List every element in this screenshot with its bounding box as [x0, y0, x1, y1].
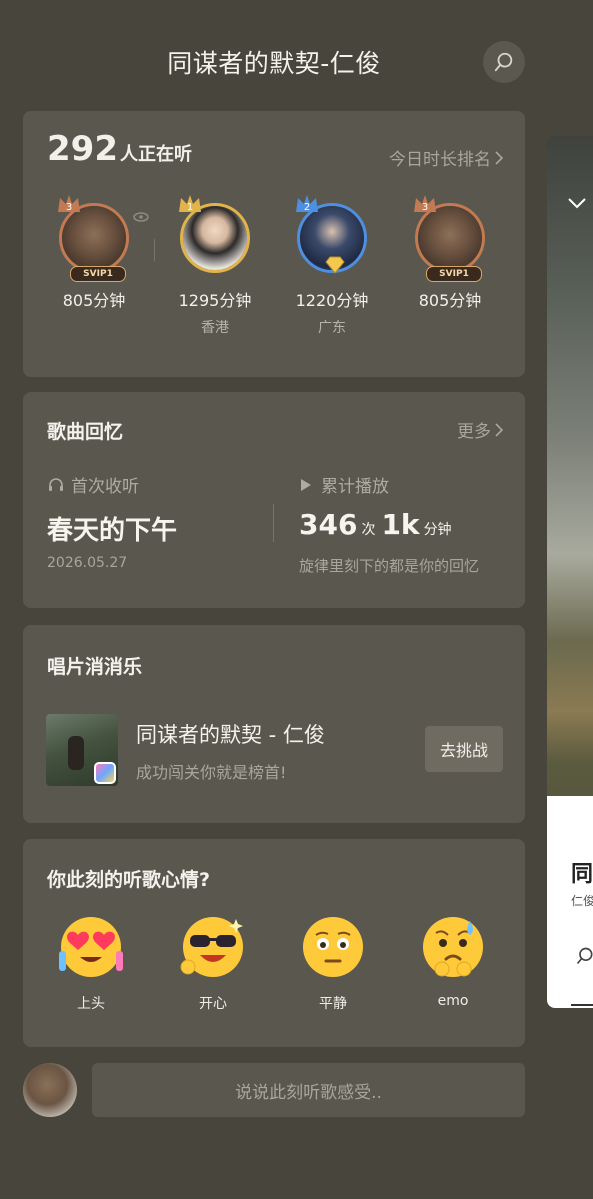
sad-emoji-icon: [423, 917, 483, 977]
listener-item[interactable]: 2 1220分钟 广东: [282, 195, 382, 337]
plays-unit: 次: [361, 522, 376, 538]
mood-option-happy[interactable]: 开心: [168, 911, 258, 1013]
record-game-card: 唱片消消乐 同谋者的默契 - 仁俊 成功闯关你就是榜首! 去挑战: [23, 625, 525, 823]
listener-region: 广东: [318, 320, 346, 336]
chevron-right-icon: [495, 422, 503, 437]
listener-item[interactable]: 3 SVIP1 805分钟: [400, 195, 500, 317]
game-badge-icon: [94, 762, 116, 784]
listener-minutes: 1295分钟: [178, 291, 252, 310]
rank-crown-icon: 1: [179, 195, 201, 213]
listener-minutes: 805分钟: [62, 291, 126, 310]
minutes-unit: 分钟: [423, 522, 452, 538]
album-cover[interactable]: [46, 714, 118, 786]
search-icon: [494, 52, 513, 72]
page-title: 同谋者的默契-仁俊: [167, 49, 381, 78]
listener-minutes: 805分钟: [418, 291, 482, 310]
game-subtitle: 成功闯关你就是榜首!: [136, 763, 287, 782]
svg-text:1: 1: [187, 202, 193, 213]
diamond-badge-icon: [325, 256, 345, 274]
search-button[interactable]: [483, 41, 525, 83]
chevron-right-icon: [495, 150, 503, 165]
rank-crown-icon: 2: [296, 195, 318, 213]
plays-count: 346: [299, 508, 358, 541]
section-title: 你此刻的听歌心情?: [47, 869, 211, 891]
user-avatar[interactable]: [23, 1063, 77, 1117]
avatar: [62, 206, 126, 270]
rank-crown-icon: 3: [414, 195, 436, 213]
mood-label: 平静: [319, 996, 347, 1012]
listener-region: 香港: [201, 320, 229, 336]
player-side-panel[interactable]: 同 仁俊 01:07: [547, 136, 593, 1008]
svip-badge: SVIP1: [70, 266, 126, 282]
svg-text:3: 3: [422, 202, 428, 213]
play-icon: [301, 478, 311, 491]
mood-label: 上头: [77, 996, 105, 1012]
svip-badge: SVIP1: [426, 266, 482, 282]
ranking-link-label: 今日时长排名: [389, 150, 491, 170]
headphones-icon: [49, 477, 63, 491]
more-link[interactable]: 更多: [457, 417, 503, 442]
avatar: [418, 206, 482, 270]
side-panel-info-area: 同 仁俊 01:07: [547, 796, 593, 1008]
total-plays-label: 累计播放: [299, 472, 389, 497]
song-memory-card: 歌曲回忆 更多 首次收听 春天的下午 2026.05.27 累计播放 346 次…: [23, 392, 525, 608]
first-listen-label: 首次收听: [47, 472, 139, 497]
first-listen-date: 2026.05.27: [47, 555, 128, 571]
section-title: 歌曲回忆: [47, 421, 124, 443]
more-link-label: 更多: [457, 422, 491, 442]
listeners-card: 292 人正在听 今日时长排名 3 SVIP1 805分钟 1 1295分钟 香…: [23, 111, 525, 377]
mood-option-calm[interactable]: 平静: [288, 911, 378, 1013]
mood-label: 开心: [199, 996, 227, 1012]
plays-caption: 旋律里刻下的都是你的回忆: [299, 557, 480, 575]
listener-minutes: 1220分钟: [295, 291, 369, 310]
mood-card: 你此刻的听歌心情? 上头 开心 平静 emo: [23, 839, 525, 1047]
heart-eyes-emoji-icon: [59, 917, 123, 977]
mood-option-excited[interactable]: 上头: [46, 911, 136, 1013]
first-listen-value: 春天的下午: [47, 516, 178, 546]
chevron-down-icon: [568, 198, 586, 209]
rank-crown-icon: 3: [58, 195, 80, 213]
plays-stats: 346 次 1k 分钟: [299, 508, 452, 541]
sunglasses-emoji-icon: [180, 917, 243, 977]
comment-input[interactable]: 说说此刻听歌感受..: [92, 1063, 525, 1117]
minutes-count: 1k: [381, 508, 420, 541]
mood-option-emo[interactable]: emo: [408, 911, 498, 1009]
listener-count: 292: [47, 129, 118, 169]
challenge-button[interactable]: 去挑战: [425, 726, 503, 772]
search-icon: [576, 947, 593, 965]
avatar: [183, 206, 247, 270]
divider: [154, 239, 155, 261]
listener-item[interactable]: 3 SVIP1 805分钟: [44, 195, 149, 317]
ranking-link[interactable]: 今日时长排名: [389, 145, 503, 170]
listener-item[interactable]: 1 1295分钟 香港: [165, 195, 265, 337]
eye-icon: [133, 212, 149, 222]
calm-emoji-icon: [303, 917, 363, 977]
mood-label: emo: [437, 993, 469, 1009]
svg-text:3: 3: [66, 202, 72, 213]
listener-count-label: 人正在听: [119, 144, 192, 165]
section-title: 唱片消消乐: [47, 656, 143, 678]
svg-text:2: 2: [304, 202, 310, 213]
divider: [273, 504, 274, 542]
game-song-title: 同谋者的默契 - 仁俊: [136, 723, 325, 747]
